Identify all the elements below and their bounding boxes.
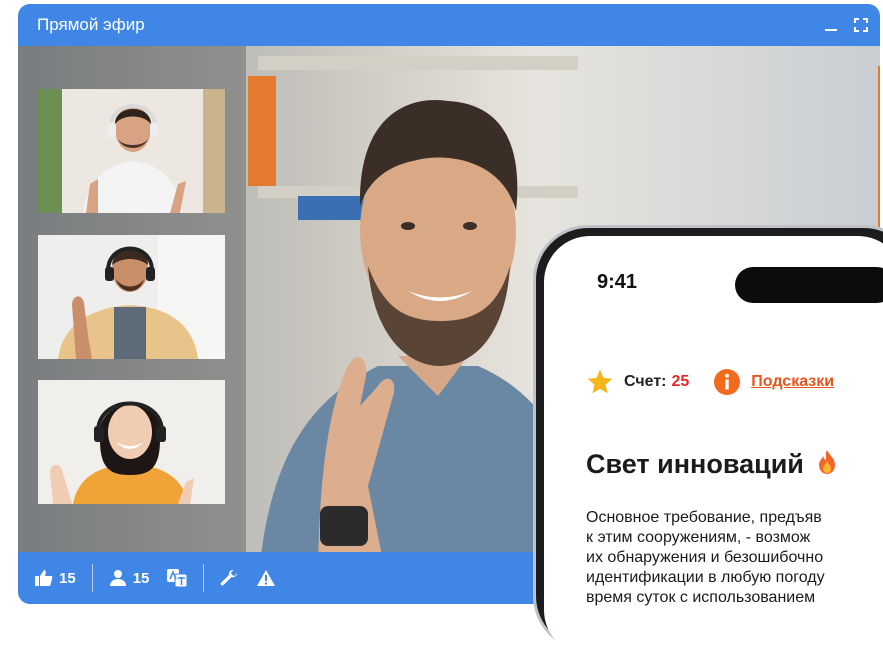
- report-button[interactable]: [256, 569, 276, 587]
- likes-button[interactable]: 15: [35, 569, 76, 587]
- participant-thumbnail-1[interactable]: [38, 89, 225, 213]
- participant-thumbnail-3[interactable]: [38, 380, 225, 504]
- status-bar-time: 9:41: [597, 271, 638, 293]
- window-title: Прямой эфир: [37, 15, 145, 34]
- card-body: Основное требование, предъяв к этим соор…: [586, 509, 825, 606]
- warning-icon: [257, 570, 276, 586]
- fullscreen-icon[interactable]: [850, 14, 872, 36]
- hints-link[interactable]: Подсказки: [751, 373, 834, 391]
- fire-icon: [819, 450, 836, 474]
- participant-thumbnail-2[interactable]: [38, 235, 225, 359]
- translate-icon: [167, 569, 188, 587]
- participants-count: 15: [132, 569, 150, 587]
- settings-button[interactable]: [220, 569, 238, 587]
- score-row: Счет: 25 Подсказки: [586, 368, 834, 396]
- score-label: Счет:: [624, 373, 667, 390]
- phone-mockup: 9:41 Счет: 25 Подсказки Свет инноваций О…: [536, 228, 883, 656]
- minimize-icon[interactable]: [820, 14, 842, 36]
- info-icon[interactable]: [713, 368, 741, 396]
- divider: [203, 564, 205, 592]
- translate-button[interactable]: [167, 569, 188, 587]
- divider: [91, 564, 93, 592]
- dynamic-island: [735, 267, 883, 303]
- wrench-icon: [221, 569, 238, 586]
- thumbs-up-icon: [35, 570, 53, 586]
- participants-button[interactable]: 15: [109, 569, 150, 587]
- title-bar: Прямой эфир: [18, 4, 880, 46]
- star-icon: [587, 369, 613, 394]
- phone-screen: 9:41 Счет: 25 Подсказки Свет инноваций О…: [544, 236, 883, 656]
- score-value: 25: [671, 373, 690, 390]
- card-title: Свет инноваций: [586, 449, 839, 480]
- user-icon: [109, 570, 126, 586]
- likes-count: 15: [59, 569, 76, 587]
